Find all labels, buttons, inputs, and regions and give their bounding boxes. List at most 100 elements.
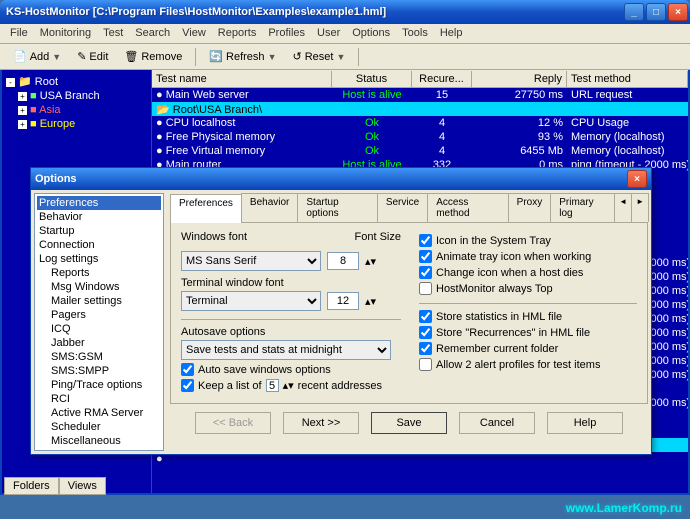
- col-status[interactable]: Status: [332, 71, 412, 87]
- separator: [195, 48, 196, 66]
- checkbox[interactable]: [419, 342, 432, 355]
- menu-help[interactable]: Help: [434, 24, 469, 43]
- options-tree-item[interactable]: Reports: [37, 266, 161, 280]
- table-row[interactable]: ● CPU localhostOk412 %CPU Usage: [152, 116, 688, 130]
- options-tree-item[interactable]: Jabber: [37, 336, 161, 350]
- menu-monitoring[interactable]: Monitoring: [34, 24, 97, 43]
- menu-profiles[interactable]: Profiles: [262, 24, 311, 43]
- winfont-label: Windows font: [181, 231, 247, 243]
- autosave-combo[interactable]: Save tests and stats at midnight: [181, 340, 391, 360]
- maximize-button[interactable]: □: [646, 3, 666, 21]
- watermark: www.LamerKomp.ru: [566, 501, 682, 515]
- main-titlebar: KS-HostMonitor [C:\Program Files\HostMon…: [0, 0, 690, 24]
- tab-behavior[interactable]: Behavior: [241, 193, 298, 222]
- checkbox[interactable]: [419, 326, 432, 339]
- checkbox[interactable]: [419, 310, 432, 323]
- tree-item-asia[interactable]: +■ Asia: [6, 103, 147, 117]
- table-row[interactable]: ● Free Physical memoryOk493 %Memory (loc…: [152, 130, 688, 144]
- menu-options[interactable]: Options: [346, 24, 396, 43]
- options-tree-item[interactable]: Startup: [37, 224, 161, 238]
- tree-root[interactable]: -📁 Root: [6, 74, 147, 89]
- menu-tools[interactable]: Tools: [396, 24, 434, 43]
- refresh-button[interactable]: 🔄 Refresh ▼: [202, 47, 283, 66]
- options-tabs: Preferences Behavior Startup options Ser…: [170, 193, 648, 223]
- menu-view[interactable]: View: [176, 24, 212, 43]
- termfont-combo[interactable]: Terminal: [181, 291, 321, 311]
- menu-user[interactable]: User: [311, 24, 346, 43]
- minimize-button[interactable]: _: [624, 3, 644, 21]
- next-button[interactable]: Next >>: [283, 412, 359, 434]
- menu-search[interactable]: Search: [129, 24, 176, 43]
- close-button[interactable]: ×: [668, 3, 688, 21]
- add-button[interactable]: 📄 Add ▼: [6, 47, 68, 66]
- tab-scroll-left[interactable]: ◄: [614, 193, 632, 222]
- options-tree-item[interactable]: Preferences: [37, 196, 161, 210]
- col-method[interactable]: Test method: [567, 71, 688, 87]
- options-tree-item[interactable]: Ping/Trace options: [37, 378, 161, 392]
- tree-item-europe[interactable]: +■ Europe: [6, 117, 147, 131]
- checkbox[interactable]: [419, 234, 432, 247]
- options-tree-item[interactable]: Log settings: [37, 252, 161, 266]
- dialog-close-button[interactable]: ×: [627, 170, 647, 188]
- reset-button[interactable]: ↺ Reset ▼: [285, 47, 352, 66]
- menu-reports[interactable]: Reports: [212, 24, 263, 43]
- main-menubar: File Monitoring Test Search View Reports…: [0, 24, 690, 44]
- options-tree-item[interactable]: SMS:GSM: [37, 350, 161, 364]
- col-name[interactable]: Test name: [152, 71, 332, 87]
- tab-primarylog[interactable]: Primary log: [550, 193, 615, 222]
- checkbox[interactable]: [419, 358, 432, 371]
- termsize-input[interactable]: [327, 292, 359, 310]
- table-header: Test name Status Recure... Reply Test me…: [152, 70, 688, 88]
- save-button[interactable]: Save: [371, 412, 447, 434]
- fontsize-input[interactable]: [327, 252, 359, 270]
- options-tree-item[interactable]: Pagers: [37, 308, 161, 322]
- spin-icon[interactable]: ▴▾: [365, 295, 376, 308]
- bottom-tabs: Folders Views: [4, 477, 106, 495]
- options-tree-item[interactable]: Miscellaneous: [37, 434, 161, 448]
- options-tree-item[interactable]: Msg Windows: [37, 280, 161, 294]
- remove-button[interactable]: 🗑 Remove: [117, 47, 189, 66]
- checkbox[interactable]: [419, 266, 432, 279]
- tab-startup[interactable]: Startup options: [297, 193, 377, 222]
- table-row[interactable]: 📂 Root\USA Branch\: [152, 102, 688, 116]
- edit-button[interactable]: ✎ Edit: [70, 47, 115, 66]
- keeplist-input[interactable]: [266, 379, 279, 392]
- col-reply[interactable]: Reply: [472, 71, 567, 87]
- options-tree-item[interactable]: ICQ: [37, 322, 161, 336]
- options-tree-item[interactable]: Behavior: [37, 210, 161, 224]
- cancel-button[interactable]: Cancel: [459, 412, 535, 434]
- tree-item-usa[interactable]: +■ USA Branch: [6, 89, 147, 103]
- tab-service[interactable]: Service: [377, 193, 428, 222]
- help-button[interactable]: Help: [547, 412, 623, 434]
- checkbox[interactable]: [419, 282, 432, 295]
- dialog-title: Options: [35, 173, 77, 185]
- main-toolbar: 📄 Add ▼ ✎ Edit 🗑 Remove 🔄 Refresh ▼ ↺ Re…: [0, 44, 690, 70]
- options-tree-item[interactable]: Scheduler: [37, 420, 161, 434]
- back-button[interactable]: << Back: [195, 412, 271, 434]
- autosave-label: Autosave options: [181, 326, 401, 338]
- tab-proxy[interactable]: Proxy: [508, 193, 552, 222]
- options-tree-item[interactable]: Connection: [37, 238, 161, 252]
- menu-test[interactable]: Test: [97, 24, 129, 43]
- tab-views[interactable]: Views: [59, 477, 106, 495]
- options-tree[interactable]: PreferencesBehaviorStartupConnectionLog …: [34, 193, 164, 451]
- autosave-windows-check[interactable]: [181, 363, 194, 376]
- options-tree-item[interactable]: Active RMA Server: [37, 406, 161, 420]
- options-tree-item[interactable]: Mailer settings: [37, 294, 161, 308]
- col-recur[interactable]: Recure...: [412, 71, 472, 87]
- spin-icon[interactable]: ▴▾: [283, 379, 294, 392]
- checkbox[interactable]: [419, 250, 432, 263]
- tab-scroll-right[interactable]: ►: [631, 193, 649, 222]
- options-tree-item[interactable]: SMS:SMPP: [37, 364, 161, 378]
- table-row[interactable]: ● Main Web serverHost is alive1527750 ms…: [152, 88, 688, 102]
- table-row[interactable]: ● Free Virtual memoryOk46455 MbMemory (l…: [152, 144, 688, 158]
- tab-folders[interactable]: Folders: [4, 477, 59, 495]
- keeplist-check[interactable]: [181, 379, 194, 392]
- menu-file[interactable]: File: [4, 24, 34, 43]
- winfont-combo[interactable]: MS Sans Serif: [181, 251, 321, 271]
- tab-preferences[interactable]: Preferences: [170, 194, 242, 223]
- spin-icon[interactable]: ▴▾: [365, 255, 376, 268]
- termfont-label: Terminal window font: [181, 277, 401, 289]
- tab-access[interactable]: Access method: [427, 193, 508, 222]
- options-tree-item[interactable]: RCI: [37, 392, 161, 406]
